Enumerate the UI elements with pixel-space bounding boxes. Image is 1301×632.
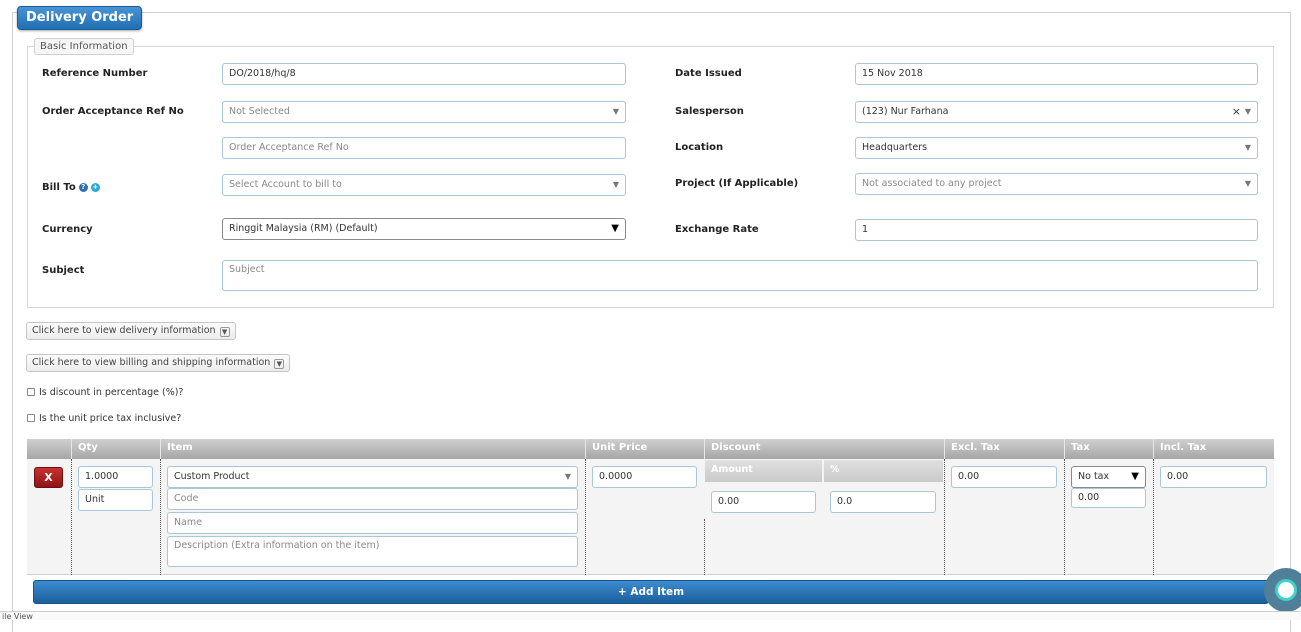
column-divider (585, 459, 586, 575)
chevron-down-icon: ▼ (219, 327, 230, 337)
add-item-button[interactable]: + Add Item (33, 580, 1269, 604)
subject-textarea[interactable]: Subject (222, 260, 1258, 291)
discount-percent-subheader: % (824, 460, 943, 482)
item-code-input[interactable]: Code (167, 488, 578, 510)
view-delivery-info-button[interactable]: Click here to view delivery information ▼ (26, 322, 236, 340)
currency-label: Currency (42, 224, 93, 235)
unit-price-input[interactable]: 0.0000 (592, 466, 697, 488)
item-name-input[interactable]: Name (167, 512, 578, 534)
chevron-down-icon: ▼ (1244, 179, 1251, 188)
column-divider (71, 459, 72, 575)
salesperson-select[interactable]: (123) Nur Farhana × ▼ (855, 101, 1258, 123)
tax-header: Tax (1064, 439, 1153, 459)
excl-tax-header: Excl. Tax (944, 439, 1064, 459)
discount-header: Discount (704, 439, 944, 459)
tax-amount-input[interactable]: 0.00 (1071, 488, 1146, 508)
clear-icon[interactable]: × (1232, 102, 1241, 122)
delete-row-button[interactable]: X (34, 467, 63, 488)
chevron-down-icon: ▼ (612, 180, 619, 189)
location-label: Location (675, 142, 724, 153)
chevron-down-icon: ▼ (564, 472, 571, 481)
order-acceptance-label: Order Acceptance Ref No (42, 106, 184, 117)
column-divider (1153, 459, 1154, 575)
column-divider (704, 519, 705, 575)
chat-icon (1275, 579, 1297, 601)
item-header: Item (160, 439, 585, 459)
date-issued-label: Date Issued (675, 68, 742, 79)
location-select[interactable]: Headquarters ▼ (855, 137, 1258, 159)
bill-to-select[interactable]: Select Account to bill to ▼ (222, 174, 626, 196)
qty-header: Qty (71, 439, 160, 459)
exchange-rate-label: Exchange Rate (675, 224, 759, 235)
excl-tax-input[interactable]: 0.00 (951, 466, 1057, 488)
qty-input[interactable]: 1.0000 (78, 466, 153, 488)
column-divider (944, 459, 945, 575)
order-acceptance-select[interactable]: Not Selected ▼ (222, 101, 626, 123)
chevron-down-icon: ▼ (274, 359, 285, 369)
discount-amount-input[interactable]: 0.00 (711, 491, 816, 513)
column-divider (160, 459, 161, 575)
subject-label: Subject (42, 265, 85, 276)
column-divider (1064, 459, 1065, 575)
currency-select[interactable]: Ringgit Malaysia (RM) (Default) ▼ (222, 218, 626, 240)
order-acceptance-ref-input[interactable]: Order Acceptance Ref No (222, 137, 626, 159)
chevron-down-icon: ▼ (1244, 143, 1251, 152)
help-icon[interactable]: ? (78, 183, 88, 192)
incl-tax-input[interactable]: 0.00 (1160, 466, 1267, 488)
item-description-textarea[interactable]: Description (Extra information on the it… (167, 536, 578, 567)
page-title: Delivery Order (17, 6, 143, 30)
salesperson-label: Salesperson (675, 106, 744, 117)
chevron-down-icon: ▼ (1131, 471, 1139, 482)
chevron-down-icon: ▼ (1244, 107, 1251, 116)
reference-number-label: Reference Number (42, 68, 148, 79)
add-account-icon[interactable]: + (90, 183, 100, 192)
view-billing-shipping-button[interactable]: Click here to view billing and shipping … (26, 354, 291, 372)
exchange-rate-input[interactable]: 1 (855, 219, 1258, 241)
discount-amount-subheader: Amount (705, 460, 822, 482)
unit-price-header: Unit Price (585, 439, 704, 459)
footer-strip: ile View (0, 611, 1301, 621)
checkbox-icon[interactable] (27, 414, 35, 422)
project-label: Project (If Applicable) (675, 178, 799, 189)
chevron-down-icon: ▼ (612, 107, 619, 116)
checkbox-icon[interactable] (27, 388, 35, 396)
project-select[interactable]: Not associated to any project ▼ (855, 173, 1258, 195)
tax-inclusive-checkbox[interactable]: Is the unit price tax inclusive? (27, 413, 181, 424)
incl-tax-header: Incl. Tax (1153, 439, 1274, 459)
item-select[interactable]: Custom Product ▼ (167, 466, 578, 488)
unit-input[interactable]: Unit (78, 489, 153, 511)
tax-select[interactable]: No tax ▼ (1071, 466, 1146, 488)
items-table-header: Qty Item Unit Price Discount Excl. Tax T… (27, 439, 1274, 459)
reference-number-input[interactable]: DO/2018/hq/8 (222, 63, 626, 85)
discount-percentage-checkbox[interactable]: Is discount in percentage (%)? (27, 387, 183, 398)
bill-to-label: Bill To? + (42, 182, 100, 193)
date-issued-input[interactable]: 15 Nov 2018 (855, 63, 1258, 85)
chevron-down-icon: ▼ (611, 223, 619, 234)
basic-information-legend: Basic Information (34, 38, 134, 55)
chat-widget[interactable] (1264, 568, 1301, 612)
discount-percent-input[interactable]: 0.0 (830, 491, 936, 513)
